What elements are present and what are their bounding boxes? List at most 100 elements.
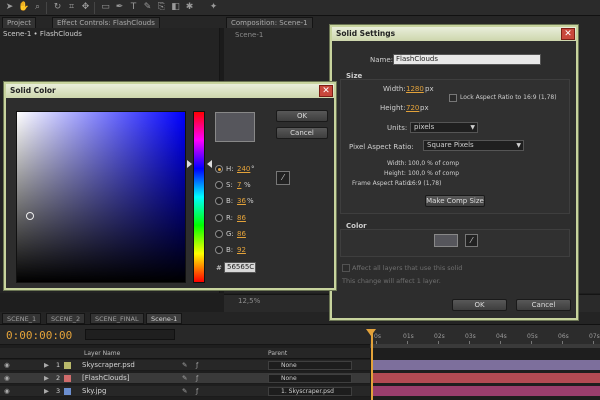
label-color-swatch[interactable] — [64, 362, 71, 369]
solid-color-ok-button[interactable]: OK — [276, 110, 328, 122]
layer-name-column[interactable]: Layer Name — [84, 350, 120, 357]
affect-all-checkbox[interactable] — [342, 264, 350, 272]
tab-scene-1-active[interactable]: Scene-1 — [146, 313, 183, 324]
roto-tool-icon[interactable]: ✱ — [184, 2, 195, 13]
hue-radio[interactable] — [215, 165, 223, 173]
layer-duration-bar[interactable] — [373, 373, 600, 383]
tab-scene-2[interactable]: SCENE_2 — [46, 313, 86, 324]
info-width-value: 100,0 % of comp — [408, 160, 460, 167]
ruler-tick-label: 03s — [465, 333, 476, 340]
tab-scene-final[interactable]: SCENE_FINAL — [90, 313, 144, 324]
current-time-display[interactable]: 0:00:00:00 — [6, 329, 72, 342]
visibility-eye-icon[interactable]: ◉ — [4, 374, 10, 383]
brightness-radio[interactable] — [215, 197, 223, 205]
mask-tool-icon[interactable]: ▭ — [100, 2, 111, 13]
fx-switch-icon[interactable]: ƒ — [196, 361, 198, 370]
tab-scene-1[interactable]: SCENE_1 — [2, 313, 42, 324]
rotate-tool-icon[interactable]: ↻ — [52, 2, 63, 13]
zoom-tool-icon[interactable]: ⌕ — [32, 2, 43, 13]
hex-input[interactable]: 56565C — [224, 262, 256, 273]
blue-radio[interactable] — [215, 246, 223, 254]
hue-value[interactable]: 240 — [237, 165, 250, 173]
twirl-arrow-icon[interactable]: ▶ — [44, 387, 49, 396]
green-radio[interactable] — [215, 230, 223, 238]
solid-settings-ok-button[interactable]: OK — [452, 299, 507, 311]
layer-row[interactable]: ◉ ▶ 1 Skyscraper.psd ✎ ƒ None — [0, 360, 370, 371]
layer-row[interactable]: ◉ ▶ 2 [FlashClouds] ✎ ƒ None — [0, 373, 370, 384]
layer-row[interactable]: ◉ ▶ 3 Sky.jpg ✎ ƒ 1. Skyscraper.psd — [0, 386, 370, 397]
selection-tool-icon[interactable]: ➤ — [4, 2, 15, 13]
hue-slider-left-arrow-icon[interactable] — [187, 160, 192, 168]
layer-name[interactable]: Sky.jpg — [82, 387, 106, 396]
layer-name[interactable]: Skyscraper.psd — [82, 361, 135, 370]
tab-effect-controls[interactable]: Effect Controls: FlashClouds — [52, 17, 160, 28]
shy-switch-icon[interactable]: ✎ — [182, 387, 187, 396]
hue-slider[interactable] — [193, 111, 205, 283]
work-area-bar[interactable] — [370, 344, 600, 348]
parent-select[interactable]: 1. Skyscraper.psd — [268, 387, 352, 396]
color-picker-cursor[interactable] — [26, 212, 34, 220]
layer-duration-bar[interactable] — [373, 360, 600, 370]
saturation-value[interactable]: 7 — [237, 181, 241, 189]
label-color-swatch[interactable] — [64, 388, 71, 395]
eyedropper-icon[interactable]: ⁄ — [276, 171, 290, 185]
make-comp-size-button[interactable]: Make Comp Size — [425, 195, 485, 207]
brush-tool-icon[interactable]: ✎ — [142, 2, 153, 13]
red-radio[interactable] — [215, 214, 223, 222]
text-tool-icon[interactable]: T — [128, 2, 139, 13]
blue-value[interactable]: 92 — [237, 246, 246, 254]
label-color-swatch[interactable] — [64, 375, 71, 382]
tools-toolbar: ➤ ✋ ⌕ ↻ ⌗ ✥ ▭ ✒ T ✎ ⎘ ◧ ✱ ✦ — [0, 0, 600, 16]
pen-tool-icon[interactable]: ✒ — [114, 2, 125, 13]
zoom-level[interactable]: 12,5% — [238, 297, 260, 305]
twirl-arrow-icon[interactable]: ▶ — [44, 374, 49, 383]
hue-slider-right-arrow-icon[interactable] — [207, 160, 212, 168]
solid-color-close-icon[interactable]: ✕ — [319, 85, 333, 97]
comp-scene-breadcrumb[interactable]: Scene-1 — [235, 31, 263, 39]
timeline-search-input[interactable] — [85, 329, 175, 340]
red-value[interactable]: 86 — [237, 214, 246, 222]
saturation-brightness-field[interactable] — [16, 111, 186, 283]
clone-tool-icon[interactable]: ⎘ — [156, 2, 167, 13]
twirl-arrow-icon[interactable]: ▶ — [44, 361, 49, 370]
brightness-value[interactable]: 36 — [237, 197, 246, 205]
solid-settings-cancel-button[interactable]: Cancel — [516, 299, 571, 311]
parent-column[interactable]: Parent — [268, 350, 287, 357]
tab-project[interactable]: Project — [2, 17, 36, 28]
height-value[interactable]: 720 — [406, 104, 419, 112]
info-height-value: 100,0 % of comp — [408, 170, 460, 177]
units-select[interactable]: pixels ▼ — [410, 122, 478, 133]
saturation-radio[interactable] — [215, 181, 223, 189]
time-ruler[interactable]: 0s 01s 02s 03s 04s 05s 06s 07s — [370, 325, 600, 345]
name-label: Name: — [370, 56, 394, 64]
width-value[interactable]: 1280 — [406, 85, 424, 93]
solid-settings-close-icon[interactable]: ✕ — [561, 28, 575, 40]
pixel-aspect-select[interactable]: Square Pixels ▼ — [423, 140, 524, 151]
layer-name[interactable]: [FlashClouds] — [82, 374, 129, 383]
solid-color-swatch[interactable] — [434, 234, 458, 247]
frame-aspect-label: Frame Aspect Ratio: — [352, 180, 413, 187]
visibility-eye-icon[interactable]: ◉ — [4, 361, 10, 370]
pan-behind-tool-icon[interactable]: ✥ — [80, 2, 91, 13]
layer-duration-bar[interactable] — [373, 386, 600, 396]
parent-select[interactable]: None — [268, 374, 352, 383]
eyedropper-icon[interactable]: ⁄ — [465, 234, 478, 247]
lock-aspect-checkbox[interactable] — [449, 94, 457, 102]
fx-switch-icon[interactable]: ƒ — [196, 374, 198, 383]
fx-switch-icon[interactable]: ƒ — [196, 387, 198, 396]
eraser-tool-icon[interactable]: ◧ — [170, 2, 181, 13]
tab-composition[interactable]: Composition: Scene-1 — [226, 17, 313, 28]
parent-select[interactable]: None — [268, 361, 352, 370]
hand-tool-icon[interactable]: ✋ — [18, 2, 29, 13]
puppet-tool-icon[interactable]: ✦ — [208, 2, 219, 13]
solid-name-input[interactable]: FlashClouds — [393, 54, 541, 65]
playhead[interactable] — [371, 330, 373, 400]
shy-switch-icon[interactable]: ✎ — [182, 374, 187, 383]
solid-color-cancel-button[interactable]: Cancel — [276, 127, 328, 139]
visibility-eye-icon[interactable]: ◉ — [4, 387, 10, 396]
camera-tool-icon[interactable]: ⌗ — [66, 2, 77, 13]
solid-color-title: Solid Color — [6, 84, 334, 98]
solid-color-dialog: Solid Color ✕ OK Cancel ⁄ H: 240 ° S: 7 … — [4, 82, 336, 290]
green-value[interactable]: 86 — [237, 230, 246, 238]
shy-switch-icon[interactable]: ✎ — [182, 361, 187, 370]
